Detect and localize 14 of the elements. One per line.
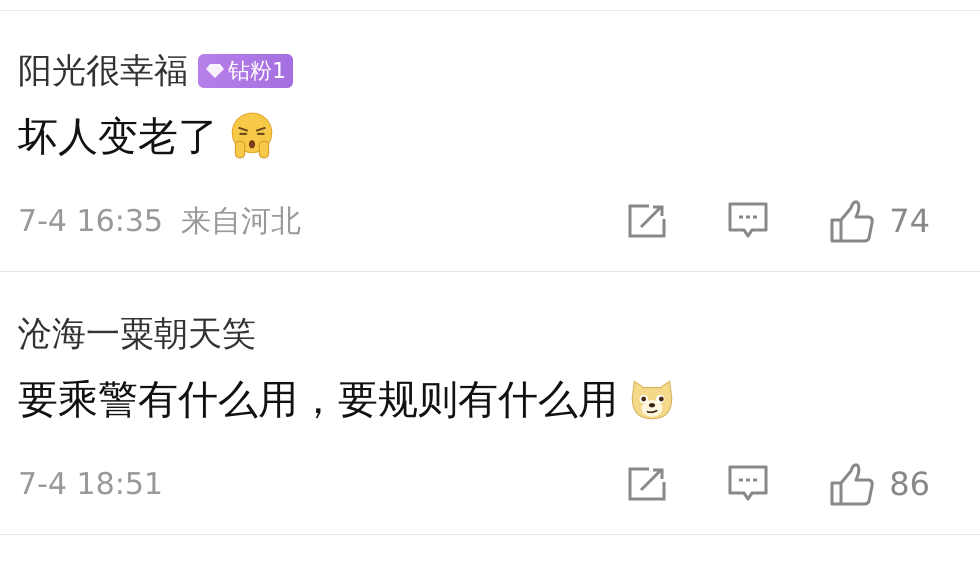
share-icon[interactable] [627, 203, 668, 239]
thumbs-up-icon[interactable] [829, 198, 876, 244]
comment-text: 坏人变老了 [18, 112, 218, 162]
like-count: 86 [889, 465, 930, 503]
thumbs-up-icon[interactable] [829, 461, 876, 507]
comment-location: 来自河北 [181, 202, 301, 240]
share-icon[interactable] [627, 466, 668, 502]
fan-badge: 钻粉1 [198, 54, 293, 88]
comment-time: 7-4 16:35 [18, 204, 163, 238]
like-count: 74 [889, 202, 930, 240]
user-name[interactable]: 沧海一粟朝天笑 [18, 311, 256, 357]
user-name[interactable]: 阳光很幸福 [18, 48, 188, 94]
comment-text: 要乘警有什么用，要规则有什么用 [18, 376, 618, 424]
comment-time: 7-4 18:51 [18, 466, 163, 502]
